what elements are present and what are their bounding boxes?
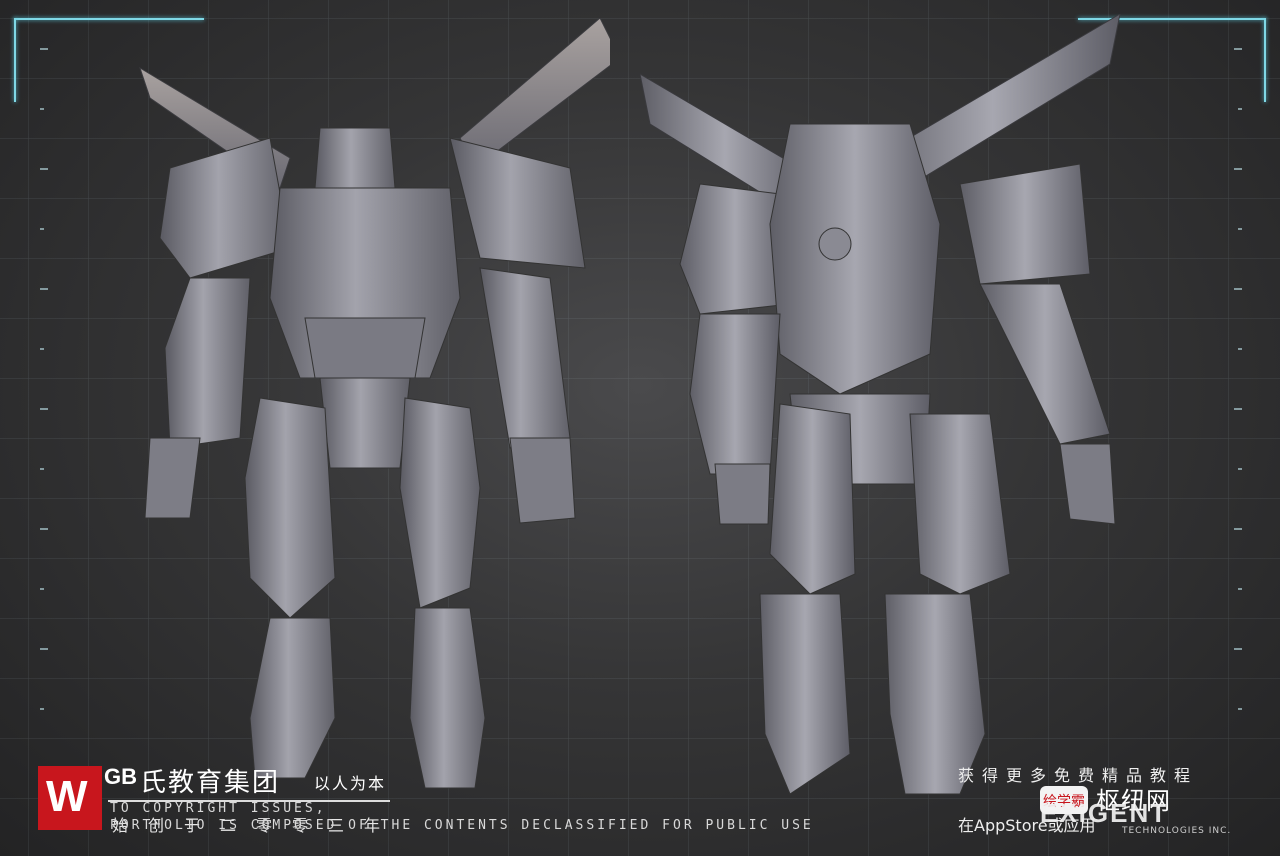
group-name: 氏教育集团 [140,768,281,798]
watermark-line-2: PORTFOLIO IS COMPOSED OF THE CONTENTS DE… [110,818,814,833]
company-logo: W [38,766,102,830]
group-motto: 以人为本 [314,774,387,793]
logo-letters: W [46,772,87,821]
render-canvas: W GB 氏教育集团 以人为本 TO COPYRIGHT ISSUES, 始创于… [0,0,1280,856]
hud-line-left-upper [14,18,16,102]
logo-monogram: GB [104,764,137,789]
robot-front-view [139,18,610,789]
promo-line-2: 在AppStore或应用 [958,816,1096,835]
robot-back-view [640,14,1121,795]
hud-line-right-upper [1264,18,1266,102]
corp-sub-watermark: TECHNOLOGIES INC. [1122,826,1232,836]
